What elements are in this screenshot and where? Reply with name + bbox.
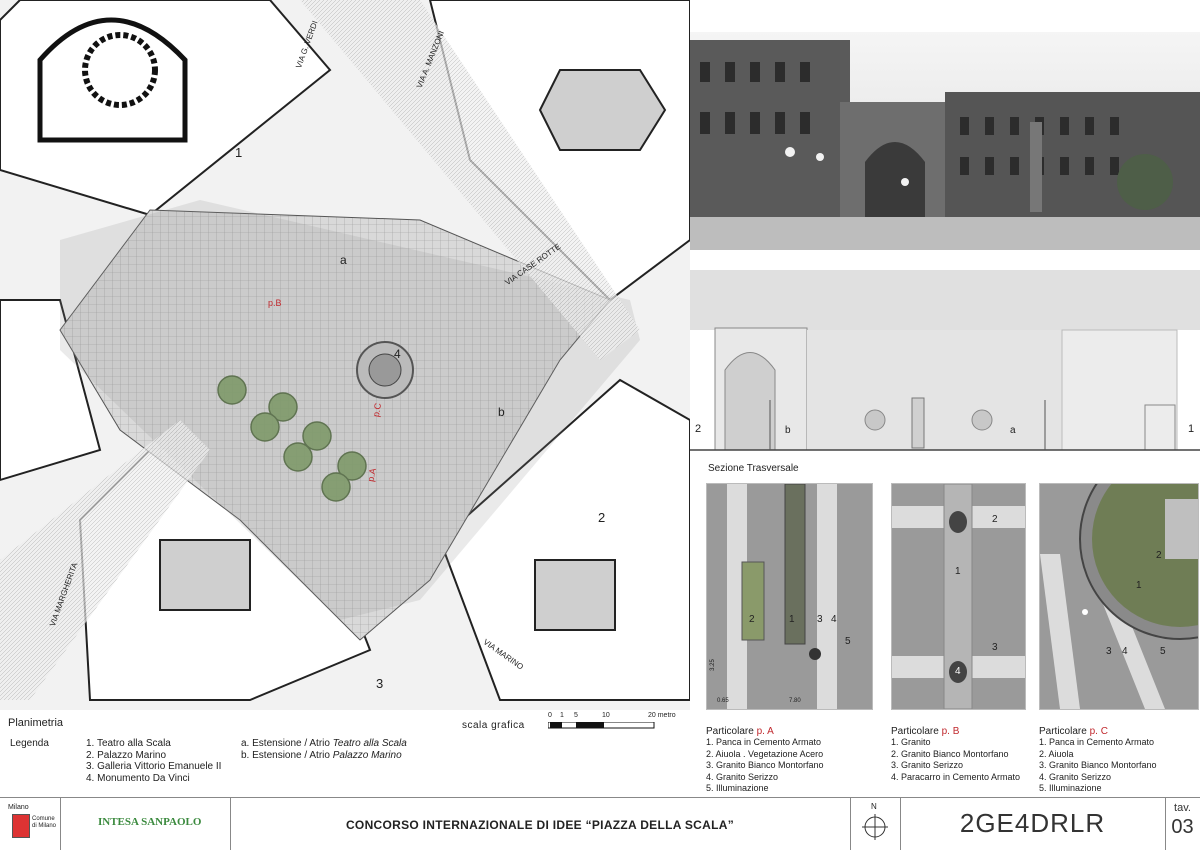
list-item: 2. Aiuola . Vegetazione Acero (706, 748, 824, 759)
competition-title: CONCORSO INTERNAZIONALE DI IDEE “PIAZZA … (230, 798, 851, 850)
detail-a-title: Particolare p. A (706, 726, 774, 737)
detail-a-num: 4 (831, 614, 837, 625)
area-letter: b (498, 405, 505, 419)
detail-c-num: 5 (1160, 646, 1166, 657)
milano-logo: Milano Comune di Milano (0, 798, 61, 850)
piazza-render-image (690, 32, 1200, 250)
detail-c-num: 2 (1156, 550, 1162, 561)
section-side-right: 1 (1188, 423, 1195, 435)
scale-tick: 1 (560, 712, 564, 719)
legend-numbers: 1. Teatro alla Scala 2. Palazzo Marino 3… (86, 738, 221, 784)
detail-c-caption: Particolare p. C 1. Panca in Cemento Arm… (1039, 726, 1199, 795)
cross-section-drawing (690, 270, 1200, 451)
detail-a-dim: 7.80 (789, 698, 801, 704)
section-area-a: a (1010, 425, 1016, 436)
detail-c-num: 4 (1122, 646, 1128, 657)
legend-item: 1. Teatro alla Scala (86, 738, 171, 749)
render-photo (690, 32, 1200, 250)
building-number: 3 (376, 676, 384, 691)
detail-a-list: 1. Panca in Cemento Armato 2. Aiuola . V… (706, 737, 876, 795)
plan-title: Planimetria (8, 717, 64, 729)
bank-logo: INTESA SANPAOLO (60, 798, 231, 850)
list-item: 5. Illuminazione (1039, 783, 1102, 793)
scale-bar: 0 1 5 10 20 metro (548, 712, 688, 734)
list-item: 4. Granito Serizzo (1039, 771, 1112, 782)
detail-a-num: 1 (789, 614, 795, 625)
legend-letters: a. Estensione / Atrio Teatro alla Scala … (241, 738, 407, 761)
building-number: 2 (598, 510, 606, 525)
title-block: Milano Comune di Milano INTESA SANPAOLO … (0, 797, 1200, 850)
detail-c-title: Particolare p. C (1039, 726, 1108, 737)
detail-b-num: 2 (992, 514, 998, 525)
legend-item: 2. Palazzo Marino (86, 749, 167, 761)
site-plan-drawing (0, 0, 690, 710)
detail-c-list: 1. Panca in Cemento Armato 2. Aiuola 3. … (1039, 737, 1199, 795)
detail-a-caption: Particolare p. A 1. Panca in Cemento Arm… (706, 726, 876, 795)
detail-a-num: 5 (845, 636, 851, 647)
list-item: 2. Granito Bianco Montorfano (891, 748, 1009, 759)
milano-crest-icon (12, 814, 30, 838)
section-side-left: 2 (695, 423, 702, 435)
detail-b-num: 1 (955, 566, 961, 577)
project-code: 2GE4DRLR (900, 798, 1166, 850)
scale-tick: 0 (548, 712, 552, 719)
detail-a-num: 2 (749, 614, 755, 625)
list-item: 1. Panca in Cemento Armato (1039, 737, 1155, 747)
detail-a-dim: 0.65 (717, 698, 729, 704)
legend-item: b. Estensione / Atrio Palazzo Marino (241, 749, 402, 761)
legend-item: 4. Monumento Da Vinci (86, 772, 190, 784)
list-item: 4. Granito Serizzo (706, 771, 779, 782)
detail-b-title: Particolare p. B (891, 726, 960, 737)
detail-c-num: 1 (1136, 580, 1142, 591)
list-item: 5. Illuminazione (706, 783, 769, 793)
detail-marker: p.B (268, 298, 282, 308)
detail-a-drawing: 1 2 3 4 5 3.25 0.65 7.80 (706, 483, 873, 710)
site-plan: VIA G. VERDI VIA A. MANZONI VIA CASE ROT… (0, 0, 690, 710)
scale-tick: 10 (602, 712, 610, 719)
detail-b-num: 3 (992, 642, 998, 653)
legend-item: 3. Galleria Vittorio Emanuele II (86, 761, 222, 772)
list-item: 3. Granito Bianco Montorfano (1039, 760, 1157, 770)
legend-item: a. Estensione / Atrio Teatro alla Scala (241, 738, 407, 749)
north-arrow-icon (862, 814, 888, 840)
detail-a-num: 3 (817, 614, 823, 625)
sheet-number: tav. 03 (1171, 802, 1194, 838)
list-item: 4. Paracarro in Cemento Armato (891, 771, 1021, 782)
detail-b-caption: Particolare p. B 1. Granito 2. Granito B… (891, 726, 1041, 783)
section-label: Sezione Trasversale (708, 463, 799, 474)
building-number: 1 (235, 145, 243, 160)
scale-label: scala grafica (462, 720, 525, 731)
detail-a-dim: 3.25 (709, 659, 716, 671)
area-letter: a (340, 253, 347, 267)
detail-c-drawing: 1 2 3 4 5 (1039, 483, 1199, 710)
list-item: 3. Granito Serizzo (891, 760, 964, 770)
list-item: 1. Granito (891, 737, 931, 747)
scale-tick: 5 (574, 712, 578, 719)
detail-c-num: 3 (1106, 646, 1112, 657)
detail-b-list: 1. Granito 2. Granito Bianco Montorfano … (891, 737, 1041, 783)
building-number: 4 (394, 347, 401, 361)
detail-b-drawing: 1 2 3 4 (891, 483, 1026, 710)
list-item: 3. Granito Bianco Montorfano (706, 760, 824, 770)
section-area-b: b (785, 425, 791, 436)
scale-tick: 20 metro (648, 712, 676, 719)
detail-b-num: 4 (955, 666, 961, 677)
north-arrow: N (850, 798, 901, 850)
legend-label: Legenda (10, 738, 49, 749)
cross-section: 2 1 a b (690, 270, 1200, 460)
list-item: 1. Panca in Cemento Armato (706, 737, 822, 747)
list-item: 2. Aiuola (1039, 748, 1074, 759)
